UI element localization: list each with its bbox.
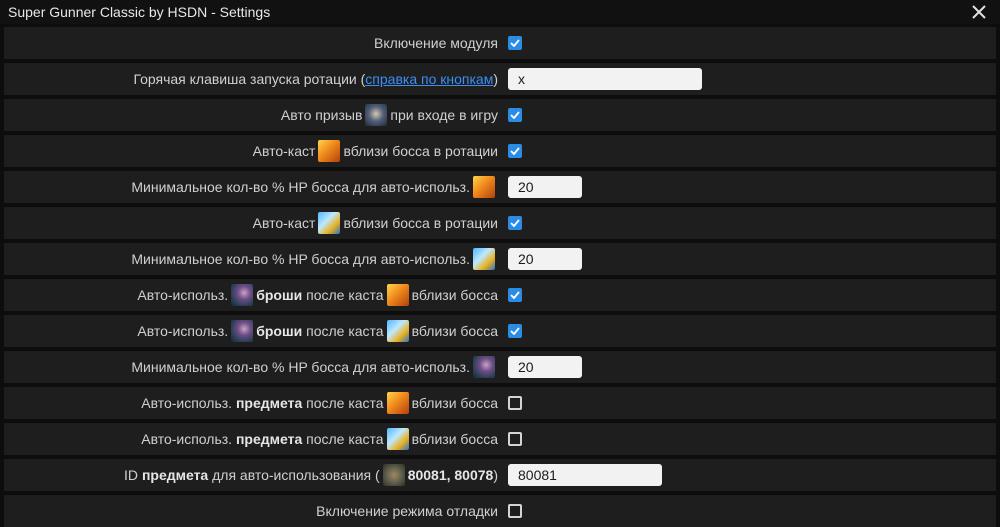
lightning-skill-icon <box>386 428 409 450</box>
setting-label: Авто-использ. предмета после каста вблиз… <box>4 392 498 414</box>
label-text: при входе в игру <box>390 107 498 123</box>
label-text: Минимальное кол-во % HP босса для авто-и… <box>131 359 470 375</box>
broach-fire-checkbox[interactable] <box>508 288 522 302</box>
window-title: Super Gunner Classic by HSDN - Settings <box>8 4 271 20</box>
title-bar: Super Gunner Classic by HSDN - Settings <box>0 0 1000 24</box>
setting-row-min-hp-fire: Минимальное кол-во % HP босса для авто-и… <box>4 171 996 203</box>
label-text: Минимальное кол-во % HP босса для авто-и… <box>131 251 470 267</box>
setting-row-autocast-fire: Авто-каст вблизи босса в ротации <box>4 135 996 167</box>
setting-row-item-fire: Авто-использ. предмета после каста вблиз… <box>4 387 996 419</box>
summon-icon <box>365 104 388 126</box>
label-text: Авто-использ. <box>137 323 229 339</box>
label-bold: броши <box>256 287 303 303</box>
setting-row-min-hp-broach: Минимальное кол-во % HP босса для авто-и… <box>4 351 996 383</box>
fire-skill-icon <box>386 284 409 306</box>
label-text: ) <box>493 467 498 483</box>
label-text: после каста <box>306 431 384 447</box>
fire-skill-icon <box>473 176 495 198</box>
fire-skill-icon <box>386 392 409 414</box>
label-bold: 80081, 80078 <box>407 467 494 483</box>
setting-label: Авто-каст вблизи босса в ротации <box>4 212 498 234</box>
broach-light-checkbox[interactable] <box>508 324 522 338</box>
broach-icon <box>231 320 254 342</box>
label-text: для авто-использования ( <box>212 467 380 483</box>
setting-label: Включение режима отладки <box>4 503 498 519</box>
label-bold: броши <box>256 323 303 339</box>
label-text: Минимальное кол-во % HP босса для авто-и… <box>131 179 470 195</box>
broach-icon <box>231 284 254 306</box>
label-text: Авто призыв <box>280 107 363 123</box>
label-text: Авто-использ. <box>141 431 233 447</box>
label-bold: предмета <box>235 395 303 411</box>
setting-label: Минимальное кол-во % HP босса для авто-и… <box>4 248 498 270</box>
setting-label: Включение модуля <box>4 35 498 51</box>
item-icon <box>382 464 405 486</box>
label-text: вблизи босса в ротации <box>343 143 498 159</box>
setting-row-enable-module: Включение модуля <box>4 27 996 59</box>
label-text: после каста <box>306 287 384 303</box>
label-bold: предмета <box>141 467 209 483</box>
item-fire-checkbox[interactable] <box>508 396 522 410</box>
setting-row-debug: Включение режима отладки <box>4 495 996 527</box>
label-text: после каста <box>306 323 384 339</box>
setting-label: Горячая клавиша запуска ротации ( справк… <box>4 71 498 87</box>
setting-label: Авто призыв при входе в игру <box>4 104 498 126</box>
label-text: Авто-использ. <box>137 287 229 303</box>
hotkey-input[interactable]: x <box>508 68 702 90</box>
settings-list: Включение модуля Горячая клавиша запуска… <box>0 24 1000 527</box>
setting-row-item-light: Авто-использ. предмета после каста вблиз… <box>4 423 996 455</box>
setting-label: Авто-использ. броши после каста вблизи б… <box>4 284 498 306</box>
label-text: вблизи босса <box>411 395 498 411</box>
setting-label: Авто-использ. броши после каста вблизи б… <box>4 320 498 342</box>
min-hp-light-input[interactable]: 20 <box>508 248 582 270</box>
close-icon[interactable] <box>970 3 988 21</box>
setting-row-item-id: ID предмета для авто-использования ( 800… <box>4 459 996 491</box>
setting-row-auto-summon: Авто призыв при входе в игру <box>4 99 996 131</box>
label-text: Включение режима отладки <box>316 503 498 519</box>
setting-row-hotkey: Горячая клавиша запуска ротации ( справк… <box>4 63 996 95</box>
broach-icon <box>473 356 495 378</box>
label-bold: предмета <box>235 431 303 447</box>
lightning-skill-icon <box>318 212 341 234</box>
lightning-skill-icon <box>473 248 495 270</box>
label-text: вблизи босса <box>411 431 498 447</box>
setting-label: Авто-использ. предмета после каста вблиз… <box>4 428 498 450</box>
item-light-checkbox[interactable] <box>508 432 522 446</box>
setting-row-autocast-light: Авто-каст вблизи босса в ротации <box>4 207 996 239</box>
label-text: вблизи босса в ротации <box>343 215 498 231</box>
label-text: ID <box>124 467 139 483</box>
label-text: Авто-каст <box>252 143 316 159</box>
setting-label: Авто-каст вблизи босса в ротации <box>4 140 498 162</box>
autocast-fire-checkbox[interactable] <box>508 144 522 158</box>
min-hp-broach-input[interactable]: 20 <box>508 356 582 378</box>
lightning-skill-icon <box>386 320 409 342</box>
autocast-light-checkbox[interactable] <box>508 216 522 230</box>
setting-row-broach-light: Авто-использ. броши после каста вблизи б… <box>4 315 996 347</box>
setting-row-min-hp-light: Минимальное кол-во % HP босса для авто-и… <box>4 243 996 275</box>
label-text: Авто-каст <box>252 215 316 231</box>
item-id-input[interactable]: 80081 <box>508 464 662 486</box>
enable-module-checkbox[interactable] <box>508 36 522 50</box>
label-text: ) <box>493 71 498 87</box>
label-text: вблизи босса <box>411 323 498 339</box>
auto-summon-checkbox[interactable] <box>508 108 522 122</box>
setting-label: Минимальное кол-во % HP босса для авто-и… <box>4 176 498 198</box>
label-text: Включение модуля <box>373 35 498 51</box>
debug-checkbox[interactable] <box>508 504 522 518</box>
fire-skill-icon <box>318 140 341 162</box>
help-link[interactable]: справка по кнопкам <box>365 71 493 87</box>
label-text: после каста <box>306 395 384 411</box>
label-text: Авто-использ. <box>141 395 233 411</box>
min-hp-fire-input[interactable]: 20 <box>508 176 582 198</box>
setting-label: ID предмета для авто-использования ( 800… <box>4 464 498 486</box>
label-text: вблизи босса <box>411 287 498 303</box>
setting-row-broach-fire: Авто-использ. броши после каста вблизи б… <box>4 279 996 311</box>
label-text: Горячая клавиша запуска ротации ( <box>133 71 366 87</box>
setting-label: Минимальное кол-во % HP босса для авто-и… <box>4 356 498 378</box>
